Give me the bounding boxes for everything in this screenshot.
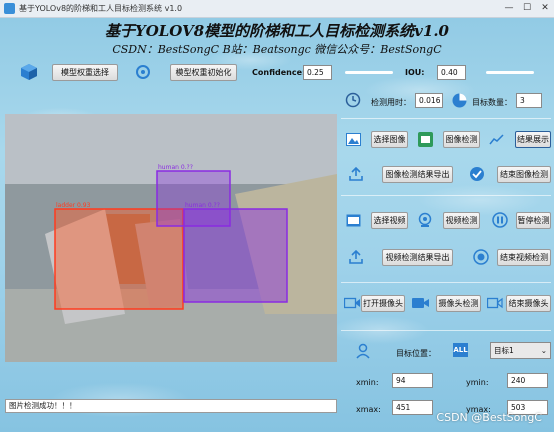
export-image-results-button[interactable]: 图像检测结果导出	[382, 166, 453, 183]
detection-image: ladder 0.93 human 0.?? human 0.??	[5, 114, 337, 362]
watermark: CSDN @BestSongC	[436, 411, 542, 424]
stop-circle-icon	[473, 249, 489, 265]
gear-icon	[136, 65, 150, 79]
all-targets-icon: ALL	[453, 343, 468, 357]
pause-detect-button[interactable]: 暂停检测	[516, 212, 551, 229]
camera-detect-button[interactable]: 摄像头检测	[436, 295, 481, 312]
count-label: 目标数量：	[472, 98, 512, 107]
confidence-slider[interactable]	[345, 71, 393, 74]
webcam-icon	[418, 212, 432, 227]
xmax-value: 451	[392, 400, 433, 415]
xmin-label: xmin:	[356, 378, 379, 387]
video-detect-button[interactable]: 视频检测	[443, 212, 480, 229]
minimize-button[interactable]: —	[502, 2, 516, 14]
iou-input[interactable]: 0.40	[437, 65, 466, 80]
confidence-input[interactable]: 0.25	[303, 65, 332, 80]
target-position-label: 目标位置：	[396, 349, 436, 358]
target-select[interactable]: 目标1 ⌄	[490, 342, 551, 359]
count-value: 3	[516, 93, 542, 108]
model-select-button[interactable]: 模型权重选择	[52, 64, 118, 81]
model-init-button[interactable]: 模型权重初始化	[170, 64, 237, 81]
location-icon	[356, 343, 370, 359]
check-circle-icon	[470, 167, 484, 181]
close-button[interactable]: ✕	[538, 2, 552, 14]
pie-icon	[452, 93, 467, 108]
pause-icon	[492, 212, 508, 228]
video-file-icon	[346, 214, 361, 227]
export-video-results-button[interactable]: 视频检测结果导出	[382, 249, 453, 266]
cube-icon	[21, 64, 37, 80]
time-label: 检测用时：	[371, 98, 411, 107]
app-icon	[4, 3, 15, 14]
chart-icon	[489, 134, 504, 145]
iou-label: IOU:	[405, 68, 425, 77]
select-image-button[interactable]: 选择图像	[371, 131, 408, 148]
confidence-label: Confidence:	[252, 68, 306, 77]
end-video-detect-button[interactable]: 结束视频检测	[497, 249, 551, 266]
xmin-value: 94	[392, 373, 433, 388]
end-camera-button[interactable]: 结束摄像头	[506, 295, 551, 312]
upload-icon	[349, 167, 363, 181]
human-box-2-label: human 0.??	[185, 202, 220, 209]
maximize-button[interactable]: ☐	[520, 2, 534, 14]
select-video-button[interactable]: 选择视频	[371, 212, 408, 229]
human-box-1-label: human 0.??	[158, 164, 193, 171]
upload-icon	[349, 250, 363, 264]
end-image-detect-button[interactable]: 结束图像检测	[497, 166, 551, 183]
image-detect-icon	[418, 132, 433, 147]
divider	[341, 282, 551, 283]
page-title: 基于YOLOV8模型的阶梯和工人目标检测系统v1.0	[104, 22, 449, 40]
iou-slider[interactable]	[486, 71, 534, 74]
ymin-value: 240	[507, 373, 548, 388]
time-value: 0.016	[415, 93, 443, 108]
human-box-2	[183, 208, 288, 303]
show-results-button[interactable]: 结果展示	[515, 131, 551, 148]
image-icon	[346, 133, 361, 146]
target-select-value: 目标1	[494, 346, 514, 355]
camera-icon	[344, 297, 360, 309]
xmax-label: xmax:	[356, 405, 381, 414]
chevron-down-icon: ⌄	[540, 346, 547, 355]
clock-icon	[345, 92, 361, 108]
page-subtitle: CSDN：BestSongC B站：Beatsongc 微信公众号：BestSo…	[112, 43, 442, 56]
divider	[341, 118, 551, 119]
detection-scene: ladder 0.93 human 0.?? human 0.??	[5, 114, 337, 362]
window-title: 基于YOLOv8的阶梯和工人目标检测系统 v1.0	[19, 4, 183, 13]
ymin-label: ymin:	[466, 378, 489, 387]
status-bar: 图片检测成功！！！	[5, 399, 337, 413]
image-detect-button[interactable]: 图像检测	[443, 131, 480, 148]
open-camera-button[interactable]: 打开摄像头	[361, 295, 405, 312]
ladder-box-label: ladder 0.93	[56, 202, 91, 209]
divider	[341, 195, 551, 196]
window-titlebar: 基于YOLOv8的阶梯和工人目标检测系统 v1.0 — ☐ ✕	[0, 0, 554, 18]
divider	[341, 330, 551, 331]
video-camera-icon	[412, 298, 429, 308]
camera-off-icon	[487, 297, 503, 309]
